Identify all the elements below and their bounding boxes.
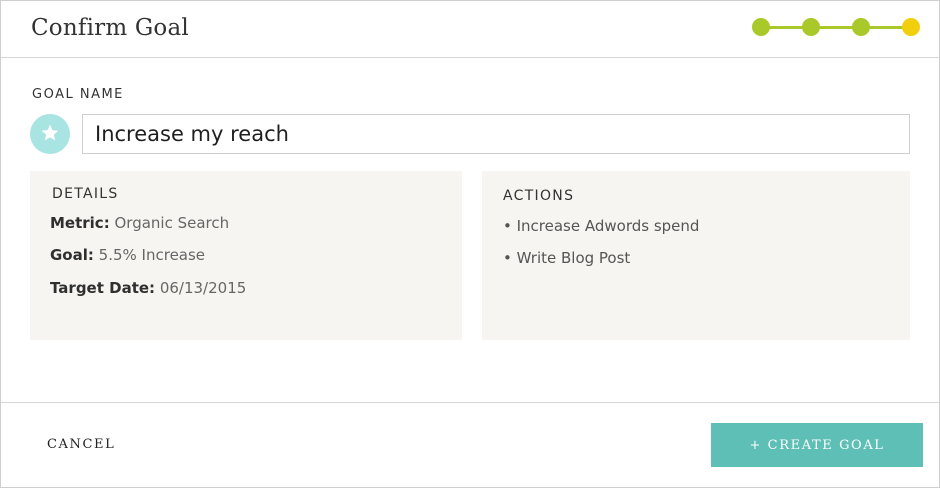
- cancel-button[interactable]: CANCEL: [47, 437, 115, 452]
- progress-step-1: [752, 18, 770, 36]
- progress-track: [761, 26, 911, 29]
- detail-row-target-date: Target Date: 06/13/2015: [50, 279, 246, 297]
- detail-row-goal: Goal: 5.5% Increase: [50, 246, 205, 264]
- detail-value: Organic Search: [114, 214, 230, 232]
- detail-key: Metric:: [50, 214, 110, 232]
- details-panel: DETAILS Metric: Organic Search Goal: 5.5…: [30, 171, 462, 340]
- detail-key: Goal:: [50, 246, 94, 264]
- detail-key: Target Date:: [50, 279, 156, 297]
- progress-step-3: [852, 18, 870, 36]
- dialog-footer: CANCEL + CREATE GOAL: [1, 402, 939, 488]
- action-item: • Write Blog Post: [503, 249, 631, 267]
- goal-name-label: GOAL NAME: [32, 87, 124, 102]
- progress-step-2: [802, 18, 820, 36]
- dialog-header: Confirm Goal: [1, 1, 939, 58]
- goal-name-input[interactable]: [82, 114, 910, 154]
- confirm-goal-dialog: Confirm Goal GOAL NAME DETAILS Metric: O…: [0, 0, 940, 488]
- actions-panel: ACTIONS • Increase Adwords spend • Write…: [482, 171, 910, 340]
- dialog-title: Confirm Goal: [31, 15, 189, 41]
- create-goal-button[interactable]: + CREATE GOAL: [711, 423, 923, 467]
- detail-value: 5.5% Increase: [98, 246, 206, 264]
- detail-row-metric: Metric: Organic Search: [50, 214, 229, 232]
- step-progress-indicator: [752, 18, 920, 36]
- progress-step-4: [902, 18, 920, 36]
- details-heading: DETAILS: [52, 186, 119, 202]
- detail-value: 06/13/2015: [159, 279, 247, 297]
- action-item: • Increase Adwords spend: [503, 217, 700, 235]
- goal-icon-badge[interactable]: [30, 114, 70, 154]
- actions-heading: ACTIONS: [503, 188, 575, 204]
